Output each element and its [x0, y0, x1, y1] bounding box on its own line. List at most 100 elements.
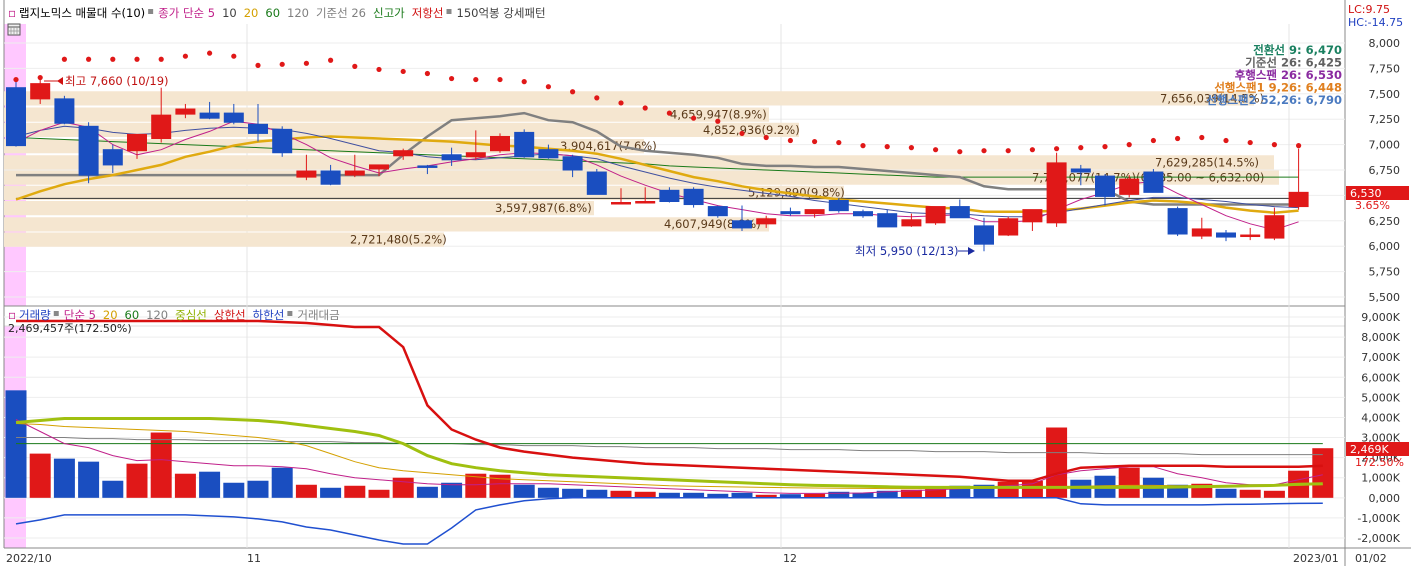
volume-bar — [174, 473, 196, 498]
low-label: 최저 5,950 (12/13) — [855, 244, 959, 258]
candle-body — [320, 170, 341, 185]
resistance-dot — [691, 115, 697, 121]
legend-item: 상한선 — [214, 308, 246, 322]
resistance-dot — [182, 53, 188, 59]
candle-body — [1119, 178, 1140, 195]
candle-body — [804, 209, 825, 215]
ichimoku-line: 선행스팬2 52,26: 6,790 — [1206, 93, 1342, 107]
volume-y-tick: 4,000K — [1361, 411, 1400, 424]
candle-body — [514, 131, 535, 158]
candle-body — [102, 149, 123, 166]
legend-item: 20 — [244, 6, 259, 20]
candle-body — [659, 189, 680, 202]
volume-note: 2,469,457주(172.50%) — [8, 322, 132, 335]
volume-bar — [416, 486, 438, 498]
legend-marker: ▫ — [8, 308, 16, 322]
chart-canvas: 2,721,480(5.2%)4,607,949(8.8%)3,597,987(… — [0, 0, 1411, 566]
candle-body — [272, 128, 293, 154]
price-y-tick: 7,000 — [1369, 139, 1401, 152]
legend-item: 신고가 — [373, 6, 405, 20]
price-y-tick: 6,750 — [1369, 164, 1401, 177]
volume-profile-bar — [4, 122, 799, 137]
resistance-dot — [134, 56, 140, 62]
volume-bar — [537, 487, 559, 498]
legend-item: 150억봉 강세패턴 — [457, 6, 546, 20]
volume-bar — [513, 484, 535, 498]
volume-profile-bar — [4, 107, 769, 122]
legend-item: 단순 5 — [64, 308, 96, 322]
legend-item: 60 — [125, 308, 140, 322]
lc-readout: LC:9.75 — [1348, 3, 1390, 16]
candle-body — [369, 164, 389, 170]
legend-item: 120 — [146, 308, 168, 322]
x-label-nov: 11 — [247, 552, 261, 565]
volume-bar — [271, 467, 293, 498]
resistance-dot — [594, 95, 600, 101]
resistance-dot — [231, 53, 237, 59]
candle-body — [54, 98, 75, 124]
resistance-dot — [739, 130, 745, 137]
volume-bar — [610, 490, 632, 498]
candle-body — [925, 206, 946, 224]
volume-y-tick: -1,000K — [1357, 512, 1400, 525]
price-y-tick: 6,000 — [1369, 240, 1401, 253]
volume-y-tick: 9,000K — [1361, 311, 1400, 324]
volume-bar — [295, 484, 317, 498]
volume-profile-bar — [4, 91, 1254, 106]
resistance-dot — [666, 110, 673, 116]
price-y-tick: 8,000 — [1369, 37, 1401, 50]
resistance-dot — [61, 56, 67, 62]
volume-profile-bar — [4, 185, 844, 200]
resistance-dot — [1102, 144, 1108, 150]
x-label-current-date: 01/02 — [1355, 552, 1387, 565]
resistance-dot — [255, 62, 261, 68]
candle-body — [1240, 234, 1261, 238]
candle-body — [417, 165, 438, 168]
resistance-dot — [957, 149, 963, 155]
candle-body — [1264, 215, 1285, 239]
resistance-dot — [545, 84, 552, 90]
volume-bar — [997, 481, 1019, 498]
legend-separator — [148, 9, 154, 14]
candle-body — [1046, 162, 1067, 224]
legend-item: 저항선 — [412, 6, 444, 20]
low-annotation: 최저 5,950 (12/13) — [855, 244, 975, 258]
candle-body — [853, 211, 873, 217]
candle-body — [199, 112, 220, 119]
legend-separator — [446, 9, 452, 14]
resistance-dot — [836, 139, 842, 146]
resistance-dot — [158, 56, 164, 62]
price-y-tick: 6,250 — [1369, 215, 1401, 228]
resistance-dot — [884, 144, 890, 150]
candle-body — [732, 220, 752, 229]
volume-bar — [1118, 467, 1140, 498]
volume-y-tick: 6,000K — [1361, 371, 1400, 384]
high-label: 최고 7,660 (10/19) — [65, 74, 169, 88]
resistance-dot — [13, 76, 19, 83]
legend-item: 종가 단순 5 — [158, 6, 215, 20]
calendar-icon[interactable] — [7, 23, 21, 36]
candle-body — [828, 199, 849, 212]
volume-y-tick: -2,000K — [1357, 532, 1400, 545]
legend-item: 랩지노믹스 매물대 수(10) — [19, 6, 145, 20]
resistance-dot — [328, 57, 334, 63]
resistance-dot — [812, 138, 818, 145]
resistance-dot — [933, 147, 939, 153]
price-y-tick: 5,500 — [1369, 291, 1401, 304]
candle-body — [635, 200, 656, 204]
resistance-dot — [424, 70, 430, 77]
legend-item: 거래대금 — [297, 308, 339, 322]
resistance-dot — [860, 143, 866, 149]
volume-y-tick: 5,000K — [1361, 391, 1400, 404]
legend-item: 120 — [287, 6, 309, 20]
candle-body — [441, 154, 462, 161]
resistance-dot — [352, 63, 358, 69]
candle-body — [296, 170, 317, 178]
candle-body — [175, 108, 196, 115]
x-label-jan: 2023/01 — [1293, 552, 1339, 565]
candle-body — [344, 170, 365, 176]
candle-body — [998, 218, 1019, 236]
resistance-dot — [763, 134, 769, 141]
resistance-dot — [110, 56, 116, 62]
resistance-dot — [279, 61, 285, 67]
